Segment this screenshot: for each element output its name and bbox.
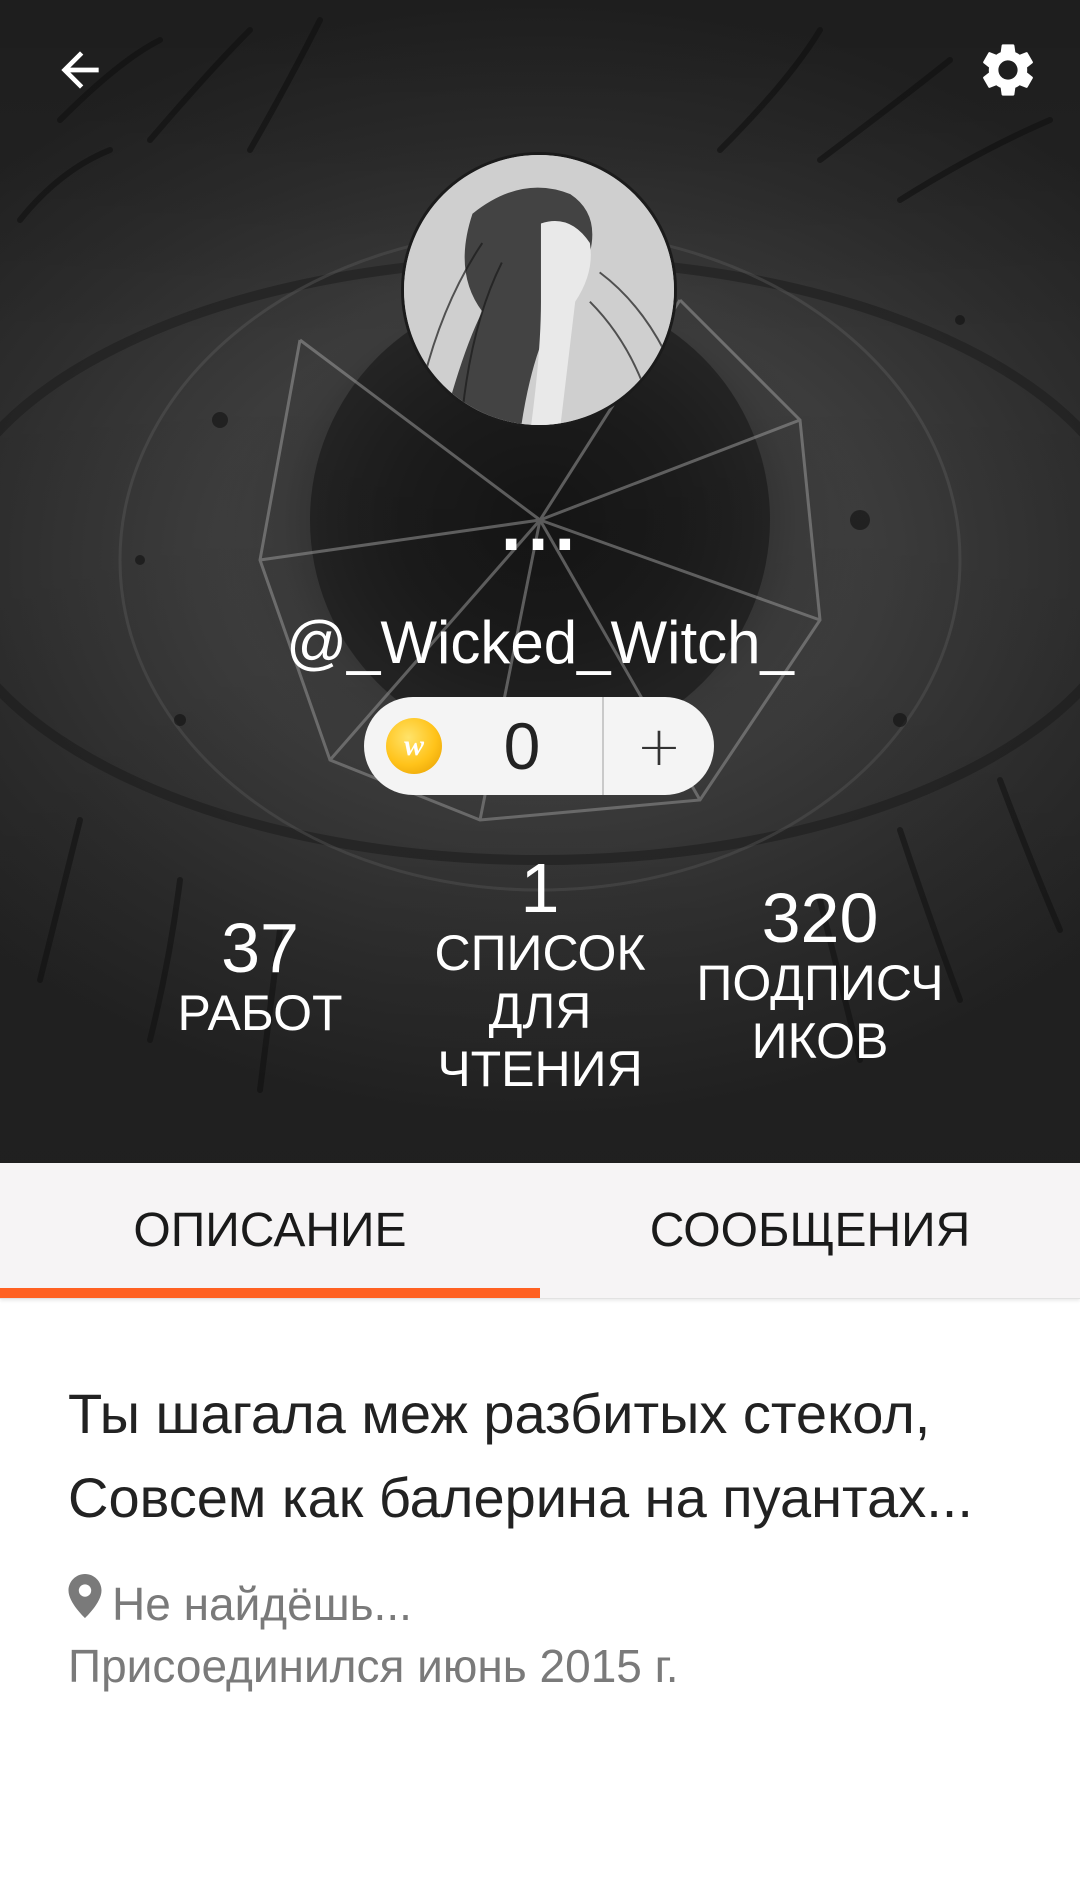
coins-widget: w 0 +: [364, 697, 714, 795]
location-row: Не найдёшь...: [68, 1574, 1018, 1634]
coin-icon-letter: w: [403, 729, 424, 762]
arrow-left-icon: [61, 51, 99, 89]
stat-reading-lists[interactable]: 1 СПИСОК ДЛЯ ЧТЕНИЯ: [420, 852, 660, 1098]
profile-screen: ... @_Wicked_Witch_ w 0 + 37 РАБОТ 1 СПИ…: [0, 0, 1080, 1900]
stat-works[interactable]: 37 РАБОТ: [160, 912, 360, 1042]
about-section: Ты шагала меж разбитых стекол, Совсем ка…: [68, 1372, 1018, 1696]
map-pin-icon: [68, 1574, 102, 1618]
stat-works-label: РАБОТ: [177, 985, 343, 1041]
add-coins-button[interactable]: +: [604, 697, 714, 795]
avatar-image: [404, 155, 674, 425]
display-name: ...: [499, 495, 581, 565]
gear-icon: [983, 44, 1033, 96]
username: @_Wicked_Witch_: [286, 609, 794, 676]
bio-text: Ты шагала меж разбитых стекол, Совсем ка…: [68, 1382, 973, 1529]
stat-followers-value: 320: [761, 879, 879, 957]
profile-tabs: ОПИСАНИЕ СООБЩЕНИЯ: [0, 1163, 1080, 1299]
joined-date: Присоединился июнь 2015 г.: [68, 1640, 679, 1692]
stat-reading-lists-value: 1: [520, 849, 560, 927]
stat-works-value: 37: [221, 909, 299, 987]
tab-about[interactable]: ОПИСАНИЕ: [0, 1163, 540, 1298]
stat-followers[interactable]: 320 ПОДПИСЧИКОВ: [670, 882, 970, 1070]
location-text: Не найдёшь...: [112, 1578, 412, 1630]
tab-messages[interactable]: СООБЩЕНИЯ: [540, 1163, 1080, 1298]
settings-button[interactable]: [960, 22, 1056, 118]
wattpad-coin-icon: w: [386, 718, 442, 774]
stat-followers-label: ПОДПИСЧИКОВ: [696, 955, 944, 1069]
back-button[interactable]: [32, 22, 128, 118]
profile-header: ... @_Wicked_Witch_ w 0 + 37 РАБОТ 1 СПИ…: [0, 0, 1080, 1163]
stat-reading-lists-label: СПИСОК ДЛЯ ЧТЕНИЯ: [434, 925, 646, 1097]
avatar[interactable]: [401, 152, 677, 428]
coin-count: 0: [503, 709, 541, 783]
